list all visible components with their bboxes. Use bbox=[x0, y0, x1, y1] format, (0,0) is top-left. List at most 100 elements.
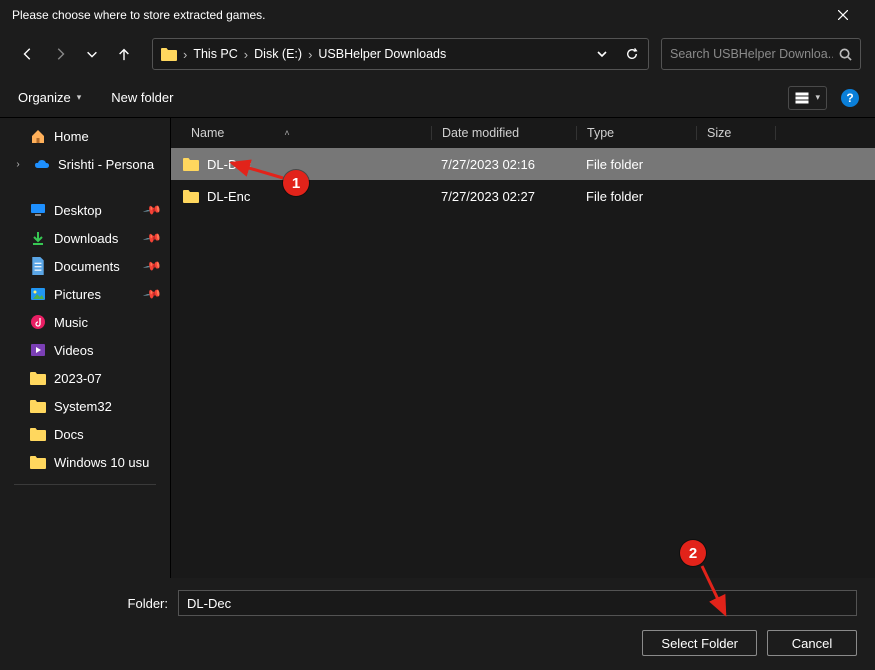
sidebar-item-pictures[interactable]: Pictures 📌 bbox=[0, 280, 170, 308]
videos-icon bbox=[30, 342, 46, 358]
folder-icon bbox=[30, 398, 46, 414]
pin-icon: 📌 bbox=[142, 228, 162, 248]
organize-button[interactable]: Organize ▾ bbox=[18, 90, 81, 105]
column-label: Name bbox=[191, 126, 224, 140]
column-label: Date modified bbox=[442, 126, 519, 140]
sidebar-item-label: System32 bbox=[54, 399, 112, 414]
file-name: DL-Dec bbox=[207, 157, 251, 172]
help-button[interactable]: ? bbox=[841, 89, 859, 107]
cancel-button[interactable]: Cancel bbox=[767, 630, 857, 656]
column-label: Size bbox=[707, 126, 731, 140]
search-box[interactable] bbox=[661, 38, 861, 70]
folder-icon bbox=[30, 426, 46, 442]
organize-label: Organize bbox=[18, 90, 71, 105]
new-folder-label: New folder bbox=[111, 90, 173, 105]
pictures-icon bbox=[30, 286, 46, 302]
breadcrumb-this-pc[interactable]: This PC bbox=[193, 47, 237, 61]
sidebar-item-personal[interactable]: › Srishti - Persona bbox=[0, 150, 170, 178]
address-bar[interactable]: › This PC › Disk (E:) › USBHelper Downlo… bbox=[152, 38, 649, 70]
titlebar: Please choose where to store extracted g… bbox=[0, 0, 875, 30]
search-icon bbox=[839, 48, 852, 61]
sidebar-item-documents[interactable]: Documents 📌 bbox=[0, 252, 170, 280]
column-headers: Name ˄ Date modified Type Size bbox=[171, 118, 875, 148]
column-label: Type bbox=[587, 126, 614, 140]
main-area: Home › Srishti - Persona Desktop📌Downloa… bbox=[0, 118, 875, 578]
sidebar-separator bbox=[14, 484, 156, 485]
up-button[interactable] bbox=[110, 38, 138, 70]
sidebar-item-downloads[interactable]: Downloads 📌 bbox=[0, 224, 170, 252]
chevron-right-icon: › bbox=[183, 47, 187, 62]
back-button[interactable] bbox=[14, 38, 42, 70]
sidebar-item-label: Videos bbox=[54, 343, 94, 358]
folder-icon bbox=[30, 370, 46, 386]
sidebar-item-music[interactable]: Music bbox=[0, 308, 170, 336]
new-folder-button[interactable]: New folder bbox=[111, 90, 173, 105]
sidebar-item-label: Music bbox=[54, 315, 88, 330]
table-row[interactable]: DL-Enc 7/27/2023 02:27File folder bbox=[171, 180, 875, 212]
footer: Folder: Select Folder Cancel bbox=[0, 578, 875, 670]
music-icon bbox=[30, 314, 46, 330]
sidebar-item-label: Downloads bbox=[54, 231, 118, 246]
refresh-button[interactable] bbox=[620, 42, 644, 66]
folder-icon bbox=[161, 46, 177, 62]
table-row[interactable]: DL-Dec7/27/2023 02:16File folder bbox=[171, 148, 875, 180]
column-name[interactable]: Name ˄ bbox=[171, 126, 431, 140]
view-button[interactable]: ▾ bbox=[788, 86, 827, 110]
sidebar-item-windows-10-usu[interactable]: Windows 10 usu bbox=[0, 448, 170, 476]
sidebar-item-docs[interactable]: Docs bbox=[0, 420, 170, 448]
folder-label: Folder: bbox=[18, 596, 168, 611]
folder-icon bbox=[183, 189, 199, 203]
column-size[interactable]: Size bbox=[696, 126, 776, 140]
pin-icon: 📌 bbox=[142, 256, 162, 276]
sidebar-item-videos[interactable]: Videos bbox=[0, 336, 170, 364]
sidebar-item-label: 2023-07 bbox=[54, 371, 102, 386]
close-button[interactable] bbox=[823, 0, 863, 30]
chevron-right-icon: › bbox=[244, 47, 248, 62]
sidebar-item-label: Windows 10 usu bbox=[54, 455, 149, 470]
sidebar-item-2023-07[interactable]: 2023-07 bbox=[0, 364, 170, 392]
pin-icon: 📌 bbox=[142, 284, 162, 304]
caret-down-icon: ▾ bbox=[815, 92, 820, 103]
recent-button[interactable] bbox=[78, 38, 106, 70]
sidebar: Home › Srishti - Persona Desktop📌Downloa… bbox=[0, 118, 170, 578]
caret-down-icon: ▾ bbox=[77, 92, 82, 103]
breadcrumb-folder[interactable]: USBHelper Downloads bbox=[318, 47, 446, 61]
sidebar-item-desktop[interactable]: Desktop 📌 bbox=[0, 196, 170, 224]
file-type: File folder bbox=[576, 189, 696, 204]
sidebar-item-label: Documents bbox=[54, 259, 120, 274]
close-icon bbox=[838, 10, 848, 20]
sort-asc-icon: ˄ bbox=[284, 128, 289, 138]
toolbar: Organize ▾ New folder ▾ ? bbox=[0, 78, 875, 118]
folder-icon bbox=[183, 157, 199, 171]
window-title: Please choose where to store extracted g… bbox=[12, 8, 265, 22]
folder-icon bbox=[30, 454, 46, 470]
list-view-icon bbox=[795, 91, 809, 105]
sidebar-item-label: Desktop bbox=[54, 203, 102, 218]
pin-icon: 📌 bbox=[142, 200, 162, 220]
sidebar-item-label: Srishti - Persona bbox=[58, 157, 154, 172]
search-input[interactable] bbox=[670, 47, 833, 61]
chevron-right-icon[interactable]: › bbox=[10, 159, 26, 170]
download-icon bbox=[30, 230, 46, 246]
sidebar-item-system32[interactable]: System32 bbox=[0, 392, 170, 420]
cloud-icon bbox=[34, 156, 50, 172]
forward-button[interactable] bbox=[46, 38, 74, 70]
sidebar-item-label: Docs bbox=[54, 427, 84, 442]
file-list: Name ˄ Date modified Type Size DL-Dec 7/27… bbox=[170, 118, 875, 578]
file-date: 7/27/2023 02:16 bbox=[431, 157, 576, 172]
column-date[interactable]: Date modified bbox=[431, 126, 576, 140]
breadcrumb-disk[interactable]: Disk (E:) bbox=[254, 47, 302, 61]
sidebar-item-label: Home bbox=[54, 129, 89, 144]
file-date: 7/27/2023 02:27 bbox=[431, 189, 576, 204]
select-folder-button[interactable]: Select Folder bbox=[642, 630, 757, 656]
desktop-icon bbox=[30, 202, 46, 218]
column-type[interactable]: Type bbox=[576, 126, 696, 140]
file-name: DL-Enc bbox=[207, 189, 250, 204]
sidebar-item-label: Pictures bbox=[54, 287, 101, 302]
nav-row: › This PC › Disk (E:) › USBHelper Downlo… bbox=[0, 30, 875, 78]
address-dropdown[interactable] bbox=[590, 42, 614, 66]
sidebar-item-home[interactable]: Home bbox=[0, 122, 170, 150]
folder-input[interactable] bbox=[178, 590, 857, 616]
chevron-right-icon: › bbox=[308, 47, 312, 62]
home-icon bbox=[30, 128, 46, 144]
